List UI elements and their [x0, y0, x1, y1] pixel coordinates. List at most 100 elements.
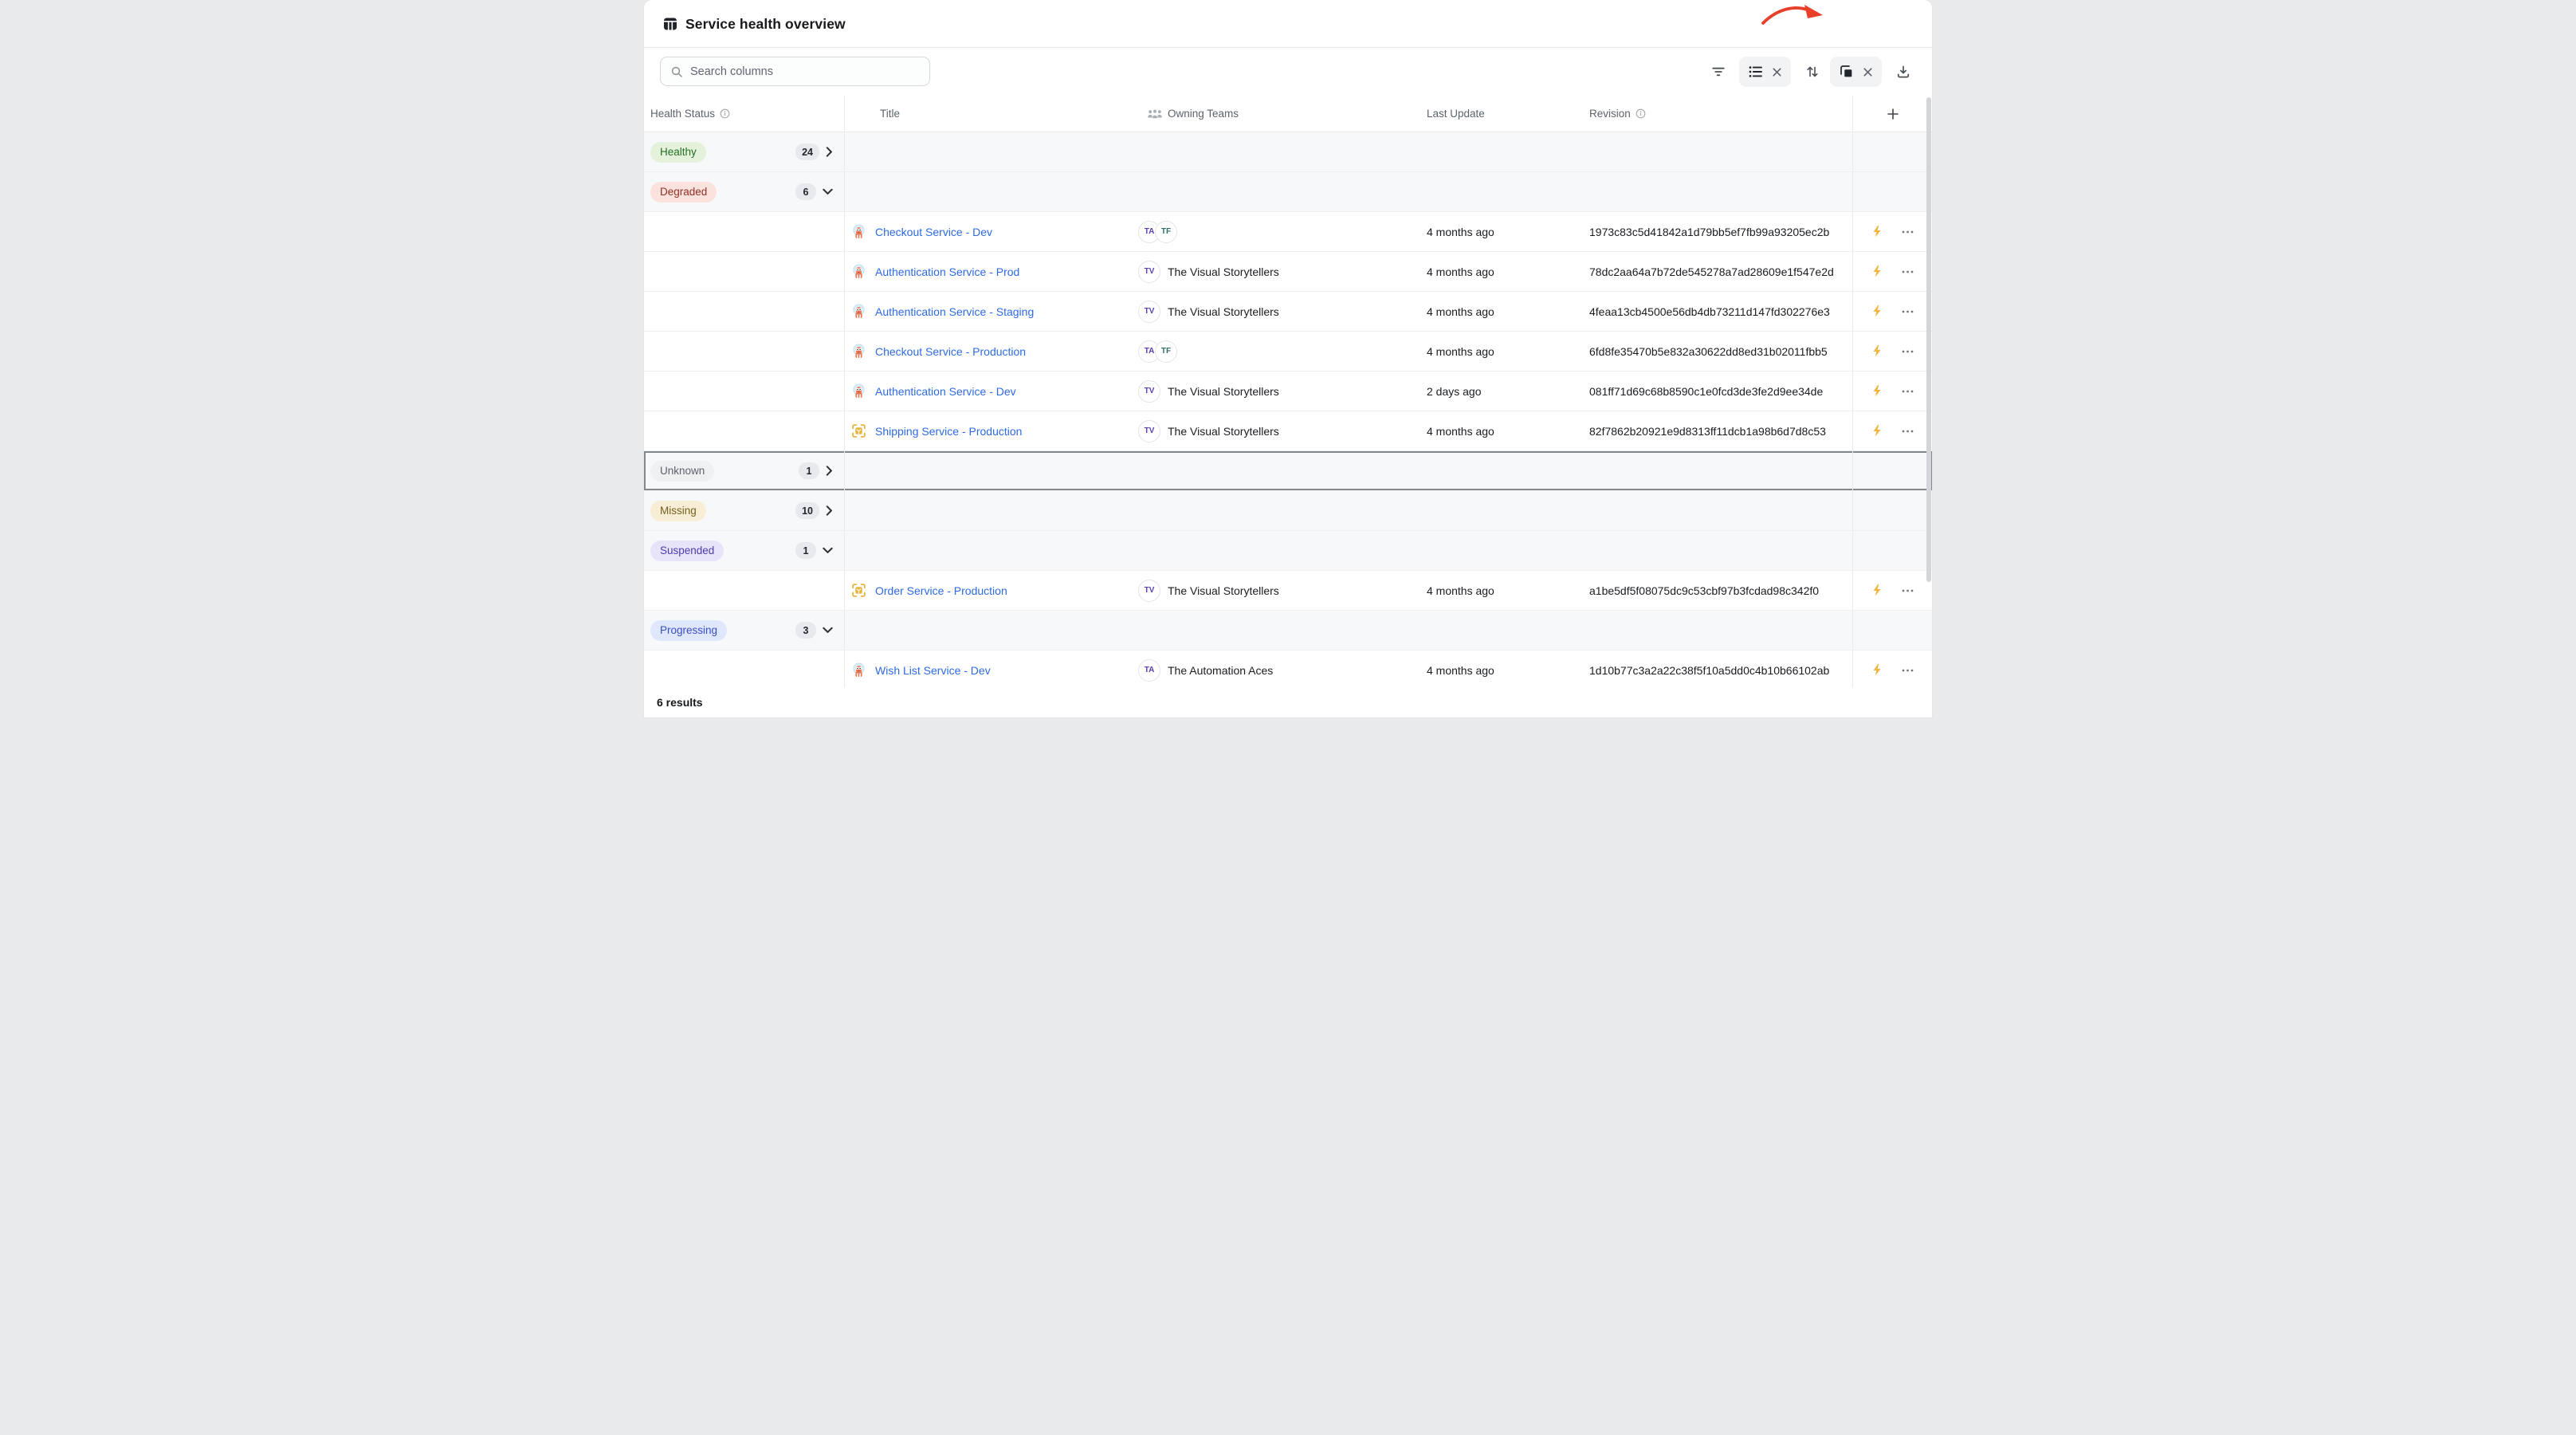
- group-row-progressing[interactable]: Progressing 3: [644, 611, 1932, 651]
- last-update-cell: 4 months ago: [1427, 226, 1589, 238]
- team-name: The Visual Storytellers: [1168, 385, 1279, 398]
- chevron-down-icon[interactable]: [823, 188, 833, 195]
- search-input[interactable]: [690, 65, 920, 78]
- row-more-button[interactable]: [1902, 390, 1914, 393]
- row-more-button[interactable]: [1902, 270, 1914, 273]
- info-icon[interactable]: [720, 108, 730, 119]
- chevron-right-icon[interactable]: [826, 466, 833, 476]
- row-more-button[interactable]: [1902, 350, 1914, 353]
- table-widget-icon: [663, 17, 677, 31]
- row-more-button[interactable]: [1902, 669, 1914, 672]
- column-header-revision[interactable]: Revision: [1589, 108, 1852, 120]
- group-count-badge: 24: [795, 144, 819, 160]
- entity-link[interactable]: Checkout Service - Dev: [875, 226, 992, 238]
- revision-cell: a1be5df5f08075dc9c53cbf97b3fcdad98c342f0: [1589, 584, 1852, 597]
- revision-cell: 82f7862b20921e9d8313ff11dcb1a98b6d7d8c53: [1589, 425, 1852, 438]
- group-count-badge: 10: [795, 502, 819, 519]
- team-avatar: TV: [1138, 580, 1160, 602]
- row-more-button[interactable]: [1902, 589, 1914, 592]
- lightning-actions-button[interactable]: [1871, 584, 1883, 597]
- last-update-cell: 4 months ago: [1427, 265, 1589, 278]
- team-avatar: TV: [1138, 420, 1160, 442]
- sort-button[interactable]: [1800, 57, 1825, 86]
- table-footer: 6 results: [644, 687, 1932, 718]
- entity-row: Wish List Service - Dev TA The Automatio…: [644, 651, 1932, 687]
- vertical-scrollbar-thumb[interactable]: [1926, 97, 1931, 582]
- entity-link[interactable]: Order Service - Production: [875, 584, 1007, 597]
- status-badge: Healthy: [650, 142, 706, 163]
- lightning-actions-button[interactable]: [1871, 225, 1883, 238]
- lightning-actions-button[interactable]: [1871, 305, 1883, 318]
- group-by-list-icon[interactable]: [1749, 65, 1763, 78]
- add-column-button[interactable]: [1852, 96, 1932, 132]
- group-row-healthy[interactable]: Healthy 24: [644, 132, 1932, 172]
- last-update-cell: 4 months ago: [1427, 425, 1589, 438]
- column-header-title[interactable]: Title: [845, 108, 1136, 120]
- last-update-cell: 4 months ago: [1427, 305, 1589, 318]
- search-box[interactable]: [660, 57, 930, 86]
- squid-mascot-icon: [851, 304, 866, 319]
- entity-link[interactable]: Authentication Service - Staging: [875, 305, 1034, 318]
- package-icon: [851, 583, 866, 598]
- entity-row: Checkout Service - Dev TATF 4 months ago…: [644, 212, 1932, 252]
- group-count-badge: 1: [795, 542, 816, 559]
- column-header-last-update[interactable]: Last Update: [1427, 108, 1589, 120]
- team-avatar: TV: [1138, 380, 1160, 403]
- revision-cell: 081ff71d69c68b8590c1e0fcd3de3fe2d9ee34de: [1589, 385, 1852, 398]
- chevron-right-icon[interactable]: [826, 147, 833, 157]
- table: Health Status Title Owning Teams Last Up…: [644, 96, 1932, 687]
- clear-group-by-icon[interactable]: [1773, 68, 1781, 77]
- last-update-cell: 4 months ago: [1427, 584, 1589, 597]
- team-name: The Visual Storytellers: [1168, 425, 1279, 438]
- team-name: The Automation Aces: [1168, 664, 1273, 677]
- results-count: 6 results: [657, 696, 703, 709]
- entity-link[interactable]: Authentication Service - Dev: [875, 385, 1016, 398]
- layers-icon[interactable]: [1840, 65, 1854, 79]
- lightning-actions-button[interactable]: [1871, 424, 1883, 438]
- group-row-unknown[interactable]: Unknown 1: [644, 451, 1932, 491]
- entity-row: Order Service - Production TV The Visual…: [644, 571, 1932, 611]
- entity-link[interactable]: Wish List Service - Dev: [875, 664, 991, 677]
- status-badge: Suspended: [650, 541, 724, 561]
- last-update-cell: 2 days ago: [1427, 385, 1589, 398]
- entity-link[interactable]: Authentication Service - Prod: [875, 265, 1019, 278]
- entity-row: Shipping Service - Production TV The Vis…: [644, 411, 1932, 451]
- revision-cell: 1d10b77c3a2a22c38f5f10a5dd0c4b10b66102ab: [1589, 664, 1852, 677]
- group-row-degraded[interactable]: Degraded 6: [644, 172, 1932, 212]
- clear-properties-icon[interactable]: [1863, 68, 1872, 77]
- team-avatar: TF: [1155, 221, 1177, 243]
- service-health-panel: Service health overview: [644, 0, 1932, 718]
- row-more-button[interactable]: [1902, 230, 1914, 234]
- entity-row: Authentication Service - Prod TV The Vis…: [644, 252, 1932, 292]
- team-avatar: TV: [1138, 261, 1160, 283]
- row-more-button[interactable]: [1902, 310, 1914, 313]
- chevron-down-icon[interactable]: [823, 627, 833, 634]
- download-button[interactable]: [1891, 57, 1916, 86]
- info-icon[interactable]: [1636, 108, 1646, 119]
- lightning-actions-button[interactable]: [1871, 344, 1883, 358]
- team-name: The Visual Storytellers: [1168, 584, 1279, 597]
- team-icon: [1147, 108, 1163, 120]
- table-toolbar: [644, 48, 1932, 96]
- chevron-down-icon[interactable]: [823, 547, 833, 554]
- entity-link[interactable]: Shipping Service - Production: [875, 425, 1022, 438]
- group-row-suspended[interactable]: Suspended 1: [644, 531, 1932, 571]
- lightning-actions-button[interactable]: [1871, 265, 1883, 278]
- status-badge: Missing: [650, 501, 706, 521]
- column-header-owning-teams[interactable]: Owning Teams: [1136, 108, 1427, 120]
- squid-mascot-icon: [851, 264, 866, 279]
- revision-cell: 78dc2aa64a7b72de545278a7ad28609e1f547e2d: [1589, 265, 1852, 278]
- table-body: Healthy 24 Degraded 6: [644, 132, 1932, 687]
- entity-link[interactable]: Checkout Service - Production: [875, 345, 1026, 358]
- group-by-chip: [1739, 57, 1791, 87]
- group-row-missing[interactable]: Missing 10: [644, 491, 1932, 531]
- squid-mascot-icon: [851, 224, 866, 239]
- filter-button[interactable]: [1706, 57, 1731, 86]
- team-avatar: TV: [1138, 301, 1160, 323]
- column-header-health-status[interactable]: Health Status: [644, 96, 845, 132]
- lightning-actions-button[interactable]: [1871, 663, 1883, 677]
- row-more-button[interactable]: [1902, 430, 1914, 433]
- lightning-actions-button[interactable]: [1871, 384, 1883, 398]
- chevron-right-icon[interactable]: [826, 505, 833, 516]
- team-avatar: TF: [1155, 340, 1177, 363]
